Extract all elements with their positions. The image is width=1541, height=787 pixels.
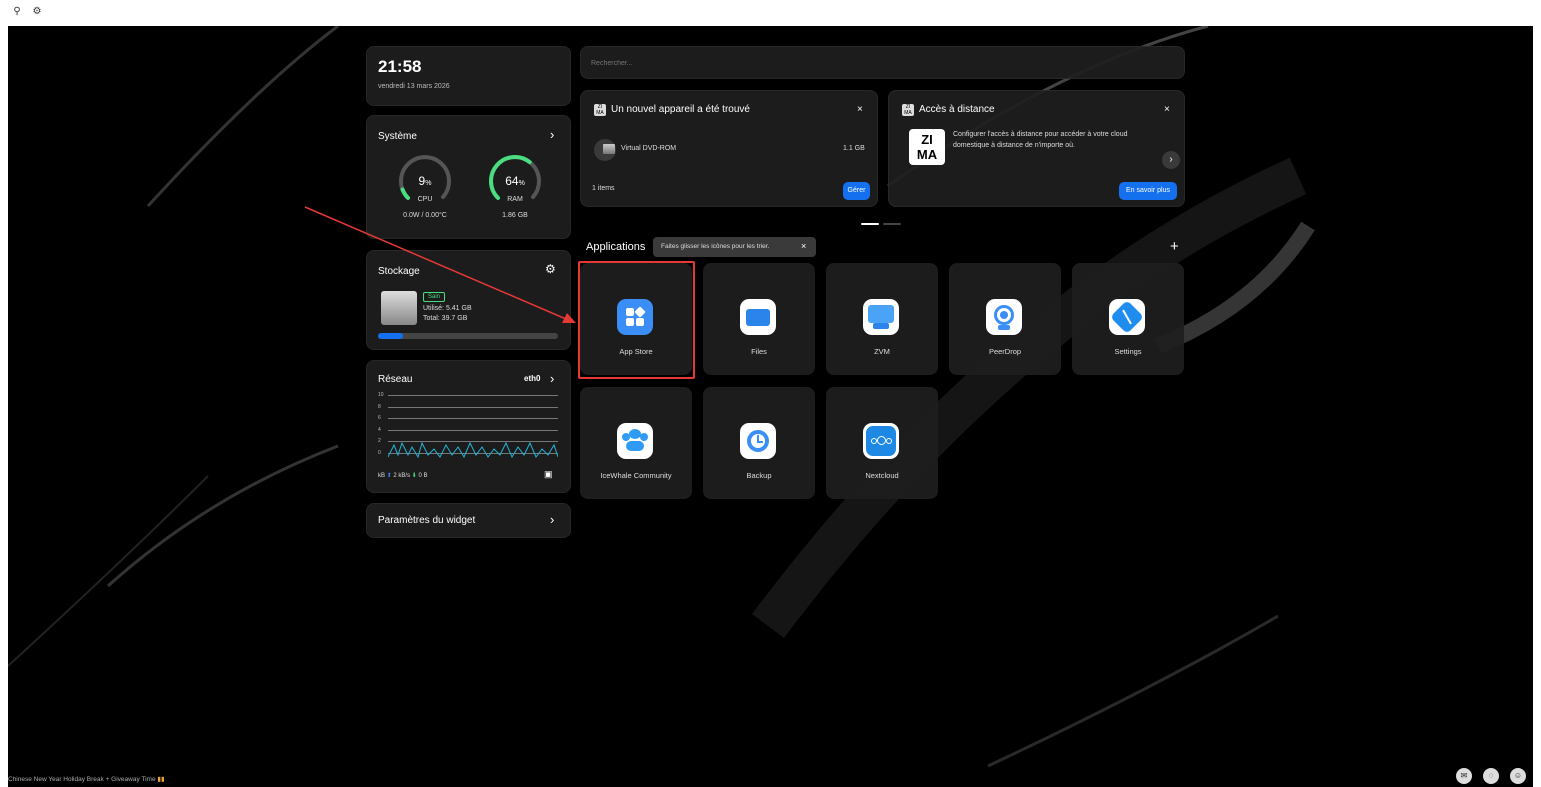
people-icon[interactable]: ⚲ xyxy=(11,6,23,18)
mail-icon[interactable]: ✉ xyxy=(1456,768,1472,784)
gear-icon[interactable]: ⚙ xyxy=(31,6,43,18)
user-icon[interactable]: ☺ xyxy=(1510,768,1526,784)
annotation-arrow xyxy=(304,206,576,323)
top-bar: ⚲ ⚙ xyxy=(0,0,1541,26)
chat-icon[interactable]: ◌ xyxy=(1483,768,1499,784)
footer-news-link[interactable]: Chinese New Year Holiday Break + Giveawa… xyxy=(8,775,165,783)
desktop: 21:58 vendredi 13 mars 2026 Système › 9%… xyxy=(8,26,1533,787)
